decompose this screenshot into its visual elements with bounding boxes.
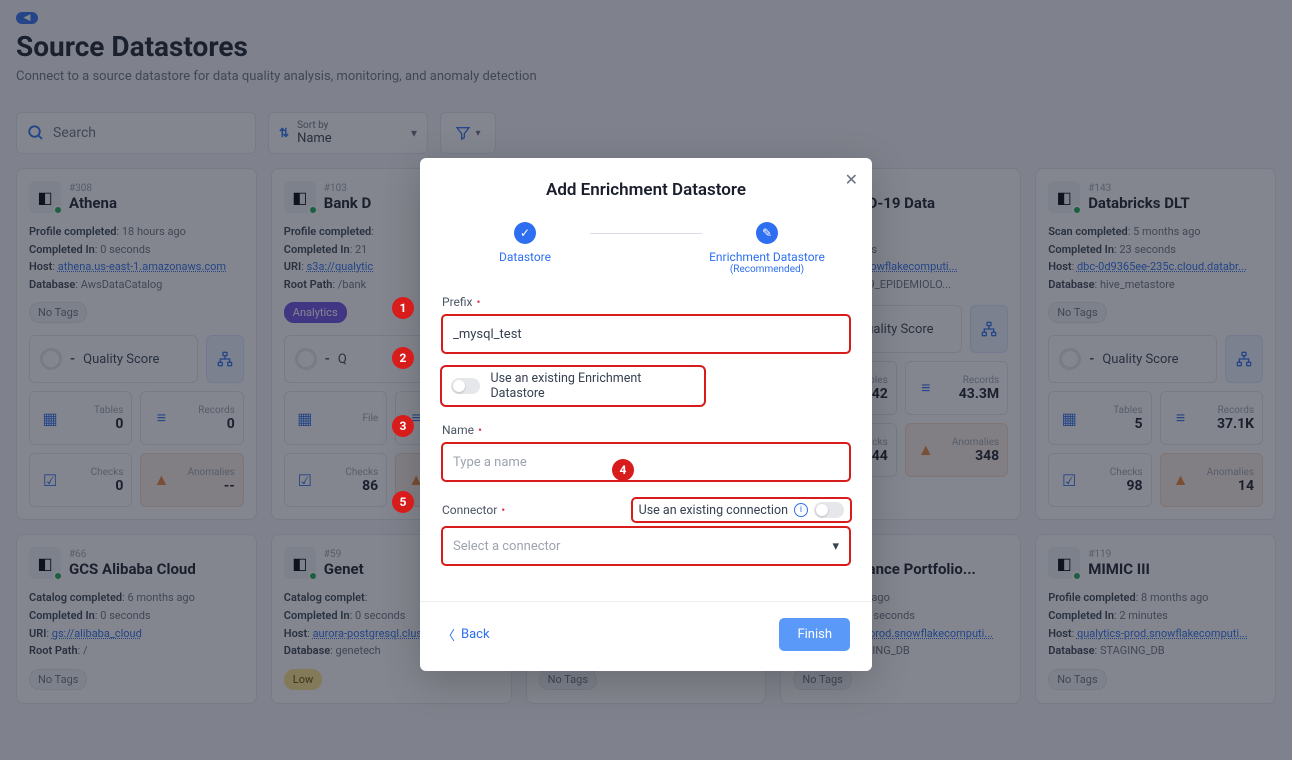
- back-button[interactable]: 〈 Back: [442, 625, 490, 644]
- info-icon[interactable]: i: [794, 503, 808, 517]
- use-connection-toggle[interactable]: [814, 502, 844, 518]
- step-current-icon: ✎: [756, 222, 778, 244]
- modal-overlay: ✕ Add Enrichment Datastore ✓ Datastore ✎…: [0, 0, 1292, 760]
- connector-select[interactable]: Select a connector ▾: [442, 527, 850, 565]
- connector-placeholder: Select a connector: [453, 539, 560, 554]
- callout-5: 5: [392, 491, 414, 513]
- prefix-input[interactable]: [442, 315, 850, 353]
- callout-4: 4: [612, 459, 634, 481]
- name-label: Name: [442, 423, 474, 437]
- required-icon: •: [477, 295, 481, 309]
- chevron-left-icon: 〈: [442, 625, 455, 644]
- use-existing-toggle[interactable]: [451, 378, 480, 394]
- step1-label: Datastore: [499, 250, 551, 264]
- chevron-down-icon: ▾: [832, 539, 839, 554]
- modal-title: Add Enrichment Datastore: [420, 180, 872, 200]
- back-label: Back: [461, 627, 490, 642]
- stepper: ✓ Datastore ✎ Enrichment Datastore (Reco…: [460, 222, 832, 275]
- step-done-icon: ✓: [514, 222, 536, 244]
- use-conn-label: Use an existing connection: [639, 503, 788, 518]
- close-icon[interactable]: ✕: [845, 170, 858, 189]
- step2-label: Enrichment Datastore: [709, 250, 825, 264]
- callout-1: 1: [392, 297, 414, 319]
- callout-3: 3: [392, 415, 414, 437]
- required-icon: •: [501, 503, 505, 517]
- finish-button[interactable]: Finish: [779, 618, 850, 651]
- prefix-label: Prefix: [442, 295, 473, 309]
- callout-2: 2: [392, 347, 414, 369]
- step2-sub: (Recommended): [730, 264, 804, 275]
- required-icon: •: [478, 423, 482, 437]
- name-input[interactable]: [442, 443, 850, 481]
- connector-label: Connector: [442, 503, 497, 517]
- add-enrichment-modal: ✕ Add Enrichment Datastore ✓ Datastore ✎…: [420, 158, 872, 671]
- use-existing-label: Use an existing Enrichment Datastore: [490, 371, 695, 401]
